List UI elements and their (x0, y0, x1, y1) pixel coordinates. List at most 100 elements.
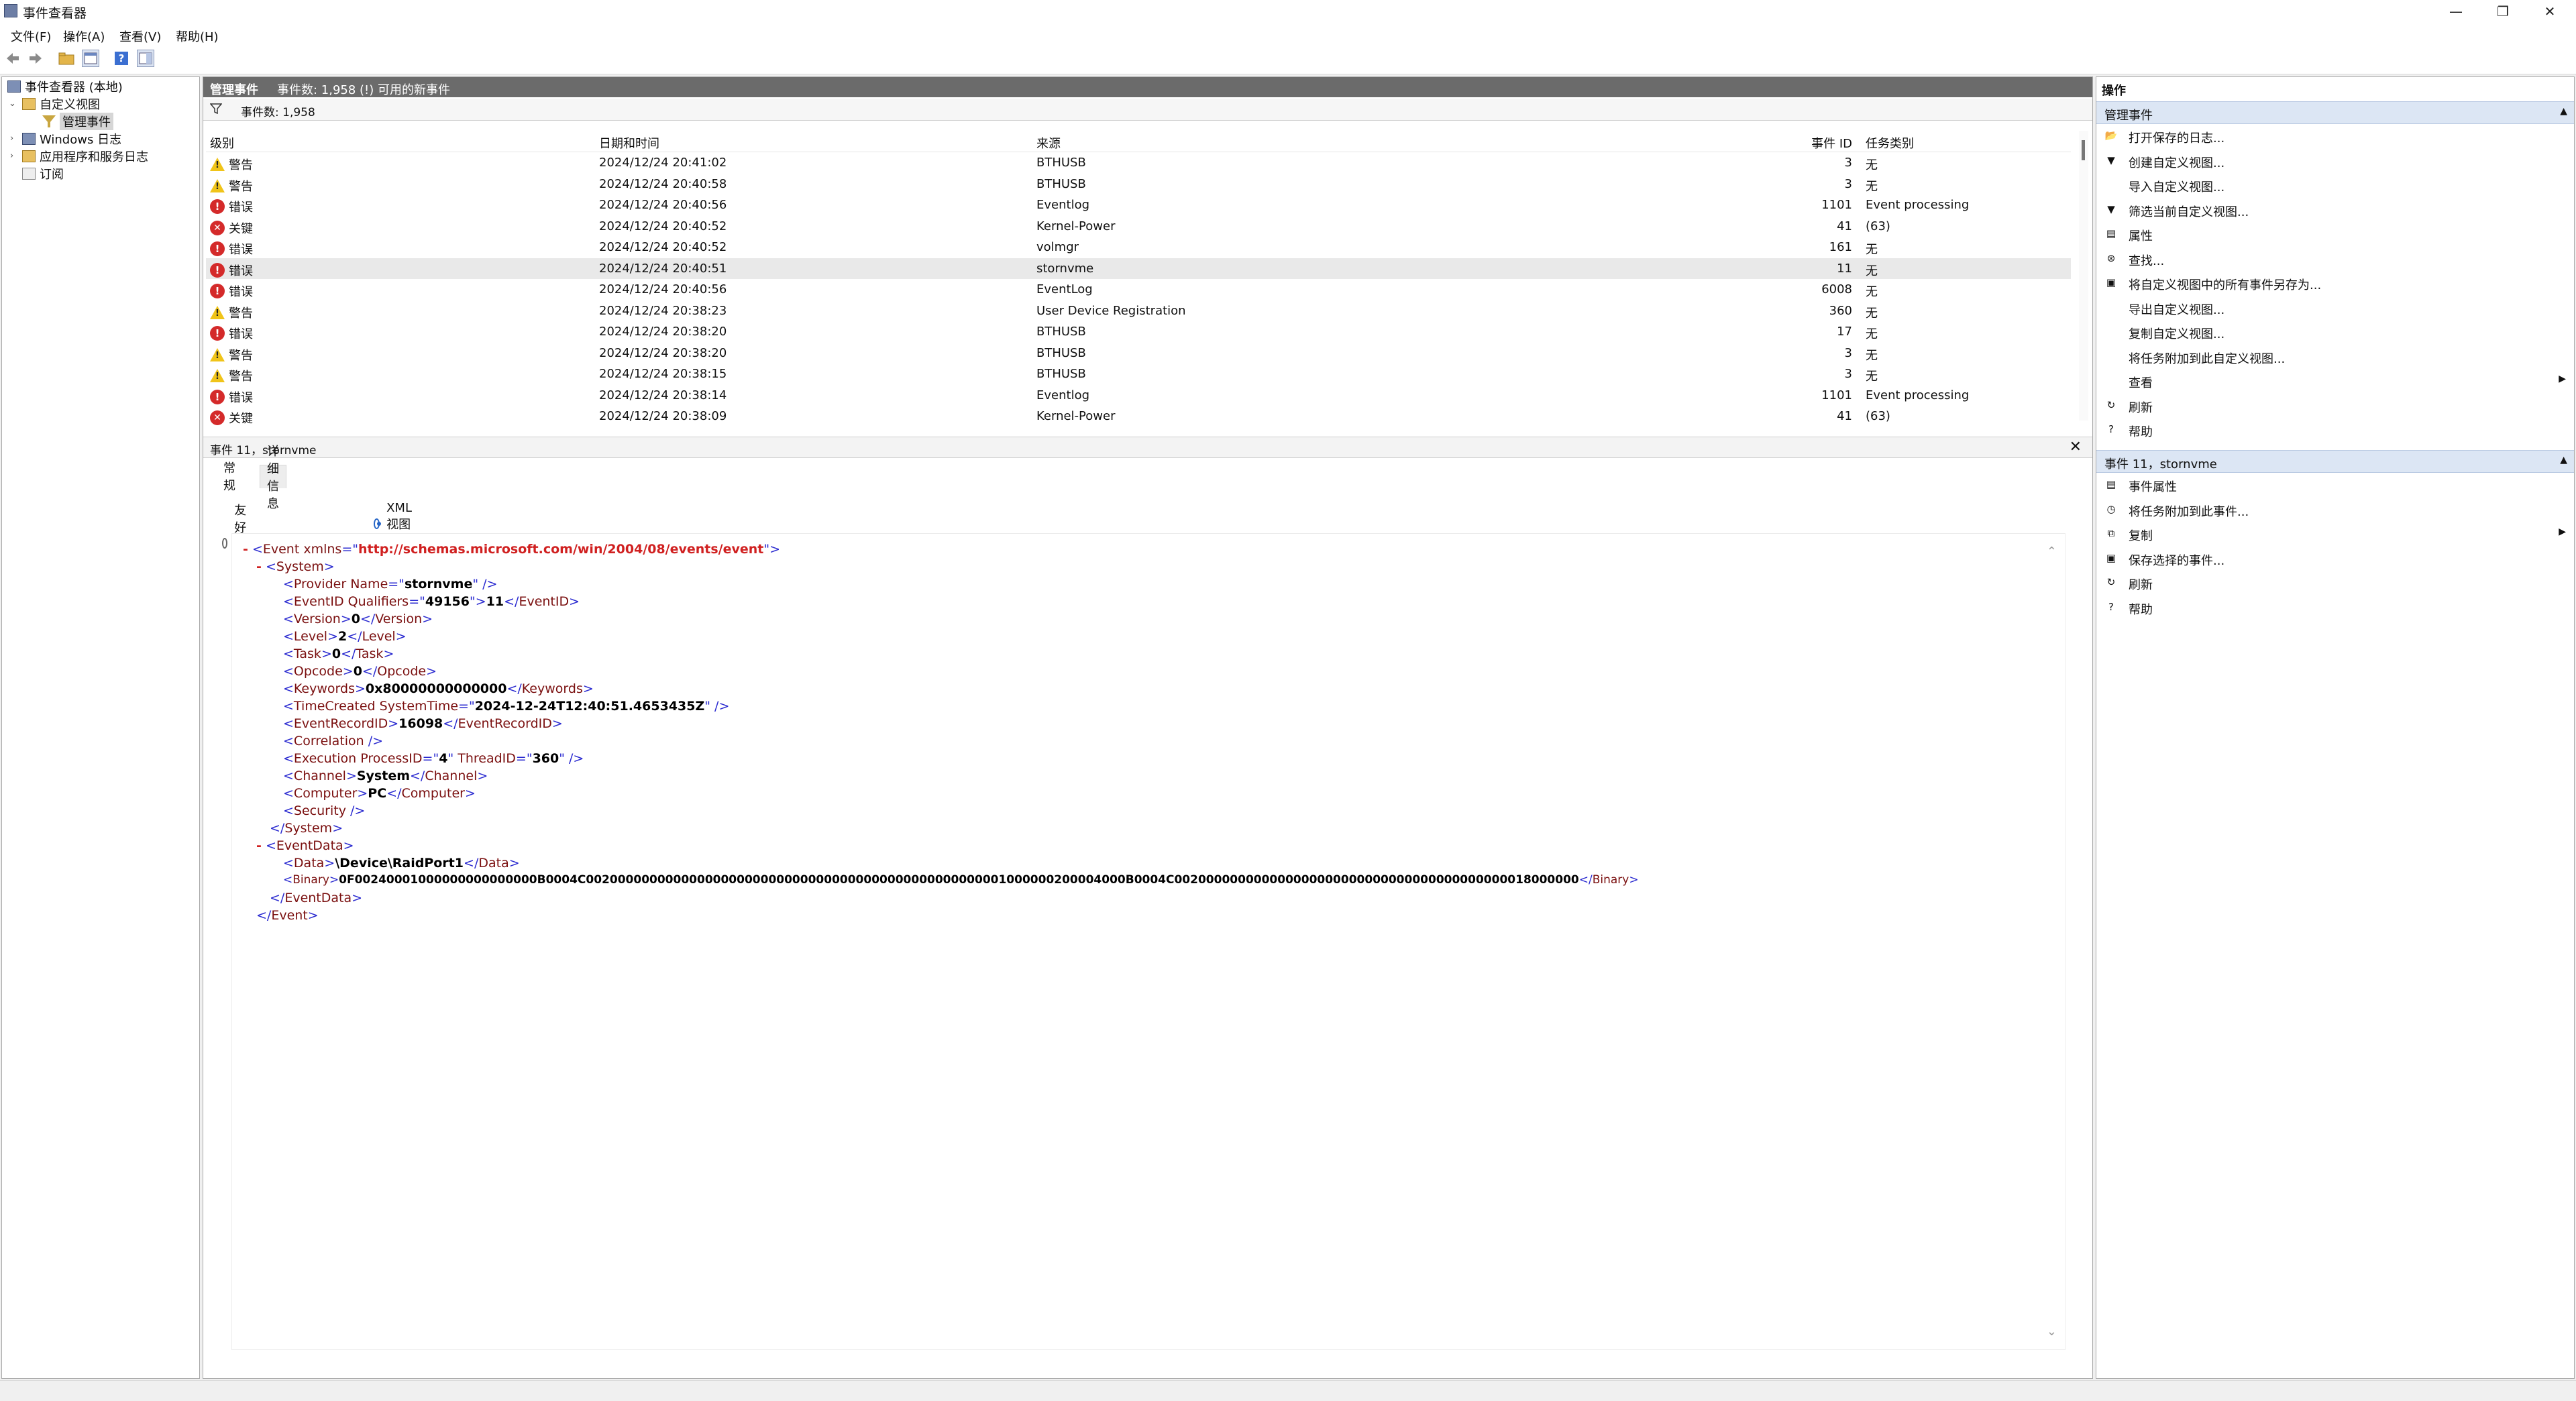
table-row[interactable]: ! 错误 2024/12/24 20:40:51 stornvme 11 无 (206, 258, 2071, 279)
action-item[interactable]: 查看 ▶ (2096, 369, 2574, 392)
table-row[interactable]: ! 警告 2024/12/24 20:38:23 User Device Regist… (206, 300, 2071, 321)
action-item[interactable]: ⧉ 复制 ▶ (2096, 522, 2574, 545)
action-item[interactable]: ⊛ 查找... (2096, 247, 2574, 270)
action-item[interactable]: ▤ 属性 (2096, 222, 2574, 245)
subscription-icon (22, 168, 36, 180)
col-date[interactable]: 日期和时间 (599, 134, 659, 152)
show-hide-console-tree-icon[interactable] (82, 50, 99, 67)
xml-eventdata-close: </EventData> (270, 891, 363, 905)
action-item[interactable]: 导入自定义视图... (2096, 173, 2574, 196)
cell-event-id: 161 (1829, 240, 1852, 254)
warning-icon: ! (210, 347, 225, 361)
menu-action[interactable]: 操作(A) (63, 27, 105, 45)
menu-file[interactable]: 文件(F) (11, 27, 51, 45)
event-properties-icon: ▤ (2106, 478, 2116, 490)
close-icon[interactable]: ✕ (2528, 0, 2572, 23)
table-row[interactable]: ! 警告 2024/12/24 20:40:58 BTHUSB 3 无 (206, 174, 2071, 194)
action-item[interactable]: ↻ 刷新 (2096, 571, 2574, 594)
cell-date: 2024/12/24 20:38:15 (599, 367, 727, 381)
action-label: 查找... (2129, 254, 2165, 268)
col-event-id[interactable]: 事件 ID (1684, 134, 1852, 152)
cell-event-id: 41 (1837, 409, 1852, 423)
action-item[interactable]: 复制自定义视图... (2096, 320, 2574, 343)
action-item[interactable]: ▣ 保存选择的事件... (2096, 547, 2574, 569)
action-item[interactable]: ▼ 筛选当前自定义视图... (2096, 198, 2574, 221)
action-item[interactable]: ↻ 刷新 (2096, 394, 2574, 416)
cell-level: ✕ 关键 (210, 219, 253, 237)
collapse-up-icon[interactable]: ▲ (2560, 455, 2567, 465)
scrollbar-thumb[interactable] (2082, 140, 2085, 160)
pane-header: 管理事件 事件数: 1,958 (!) 可用的新事件 (203, 77, 2092, 97)
action-item[interactable]: ▤ 事件属性 (2096, 473, 2574, 496)
show-hide-action-pane-icon[interactable] (137, 50, 154, 67)
chevron-right-icon[interactable]: › (10, 133, 13, 144)
tree-item-windows-logs[interactable]: Windows 日志 (22, 131, 121, 147)
action-item[interactable]: 将任务附加到此自定义视图... (2096, 345, 2574, 368)
actions-section-event[interactable]: 事件 11，stornvme ▲ (2096, 450, 2574, 473)
xml-value: 0 (351, 612, 360, 626)
close-detail-icon[interactable]: ✕ (2070, 439, 2082, 455)
events-table: 级别 日期和时间 来源 事件 ID 任务类别 ! 警告 2024/12/24 20:… (206, 131, 2078, 426)
collapse-toggle[interactable]: - (256, 559, 262, 574)
table-row[interactable]: ! 警告 2024/12/24 20:38:20 BTHUSB 3 无 (206, 343, 2071, 363)
folder-up-icon[interactable] (58, 50, 75, 67)
action-item[interactable]: 📂 打开保存的日志... (2096, 124, 2574, 147)
cell-level-text: 警告 (229, 348, 253, 363)
cell-date: 2024/12/24 20:38:09 (599, 409, 727, 423)
col-source[interactable]: 来源 (1036, 134, 1061, 152)
scroll-down-icon[interactable]: ⌄ (2047, 1325, 2057, 1339)
col-level[interactable]: 级别 (210, 134, 234, 152)
menu-help[interactable]: 帮助(H) (176, 27, 219, 45)
scroll-up-icon[interactable]: ⌃ (2047, 545, 2057, 559)
back-icon[interactable] (4, 50, 21, 67)
cell-task: Event processing (1866, 198, 1970, 212)
action-item[interactable]: ▣ 将自定义视图中的所有事件另存为... (2096, 271, 2574, 294)
chevron-right-icon[interactable]: › (10, 151, 13, 161)
xml-correlation: <Correlation /> (283, 734, 384, 748)
help-icon[interactable]: ? (113, 50, 130, 67)
actions-section-admin-events[interactable]: 管理事件 ▲ (2096, 101, 2574, 124)
tree-item-root[interactable]: 事件查看器 (本地) (7, 78, 123, 95)
minimize-icon[interactable]: — (2434, 0, 2478, 23)
table-row[interactable]: ! 错误 2024/12/24 20:40:56 EventLog 6008 无 (206, 279, 2071, 300)
radio-circle[interactable] (374, 518, 382, 529)
table-row[interactable]: ! 警告 2024/12/24 20:38:15 BTHUSB 3 无 (206, 363, 2071, 384)
col-task[interactable]: 任务类别 (1866, 134, 1914, 152)
table-row[interactable]: ! 错误 2024/12/24 20:40:56 Eventlog 1101 Event … (206, 194, 2071, 215)
tree-item-custom-views[interactable]: 自定义视图 (22, 96, 100, 112)
collapse-toggle[interactable]: - (256, 838, 262, 853)
title-bar: 事件查看器 — ❐ ✕ (0, 0, 2576, 23)
tab-details[interactable]: 详细信息 (260, 445, 286, 511)
menu-view[interactable]: 查看(V) (119, 27, 161, 45)
xml-view[interactable]: - <Event xmlns="http://schemas.microsoft… (231, 533, 2065, 1350)
table-row[interactable]: ✕ 关键 2024/12/24 20:38:09 Kernel-Power 41 (63) (206, 406, 2071, 427)
table-row[interactable]: ✕ 关键 2024/12/24 20:40:52 Kernel-Power 41 (63) (206, 216, 2071, 237)
tree-item-admin-events[interactable]: 管理事件 (42, 113, 113, 130)
action-item[interactable]: 导出自定义视图... (2096, 296, 2574, 319)
cell-date: 2024/12/24 20:38:14 (599, 388, 727, 402)
table-row[interactable]: ! 警告 2024/12/24 20:41:02 BTHUSB 3 无 (206, 152, 2071, 173)
error-icon: ! (210, 326, 225, 341)
xml-value: 360 (532, 751, 559, 766)
collapse-toggle[interactable]: - (243, 542, 248, 557)
action-item[interactable]: ? 帮助 (2096, 596, 2574, 618)
tree-item-label: 应用程序和服务日志 (40, 150, 148, 164)
tab-general[interactable]: 常规 (217, 461, 242, 493)
table-row[interactable]: ! 错误 2024/12/24 20:38:20 BTHUSB 17 无 (206, 321, 2071, 342)
action-item[interactable]: ▼ 创建自定义视图... (2096, 149, 2574, 172)
action-item[interactable]: ◷ 将任务附加到此事件... (2096, 498, 2574, 520)
tree-item-app-service-logs[interactable]: 应用程序和服务日志 (22, 148, 148, 164)
chevron-down-icon[interactable]: ⌄ (9, 99, 16, 109)
error-icon: ! (210, 284, 225, 298)
xml-timecreated: <TimeCreated SystemTime="2024-12-24T12:4… (283, 699, 730, 714)
restore-icon[interactable]: ❐ (2481, 0, 2525, 23)
radio-circle[interactable] (222, 537, 228, 549)
cell-level-text: 错误 (229, 201, 253, 215)
events-scrollbar[interactable] (2079, 131, 2088, 421)
table-row[interactable]: ! 错误 2024/12/24 20:38:14 Eventlog 1101 Event … (206, 385, 2071, 406)
tree-item-subscriptions[interactable]: 订阅 (22, 166, 64, 182)
action-item[interactable]: ? 帮助 (2096, 418, 2574, 441)
table-row[interactable]: ! 错误 2024/12/24 20:40:52 volmgr 161 无 (206, 237, 2071, 258)
forward-icon[interactable] (27, 50, 44, 67)
collapse-up-icon[interactable]: ▲ (2560, 106, 2567, 117)
